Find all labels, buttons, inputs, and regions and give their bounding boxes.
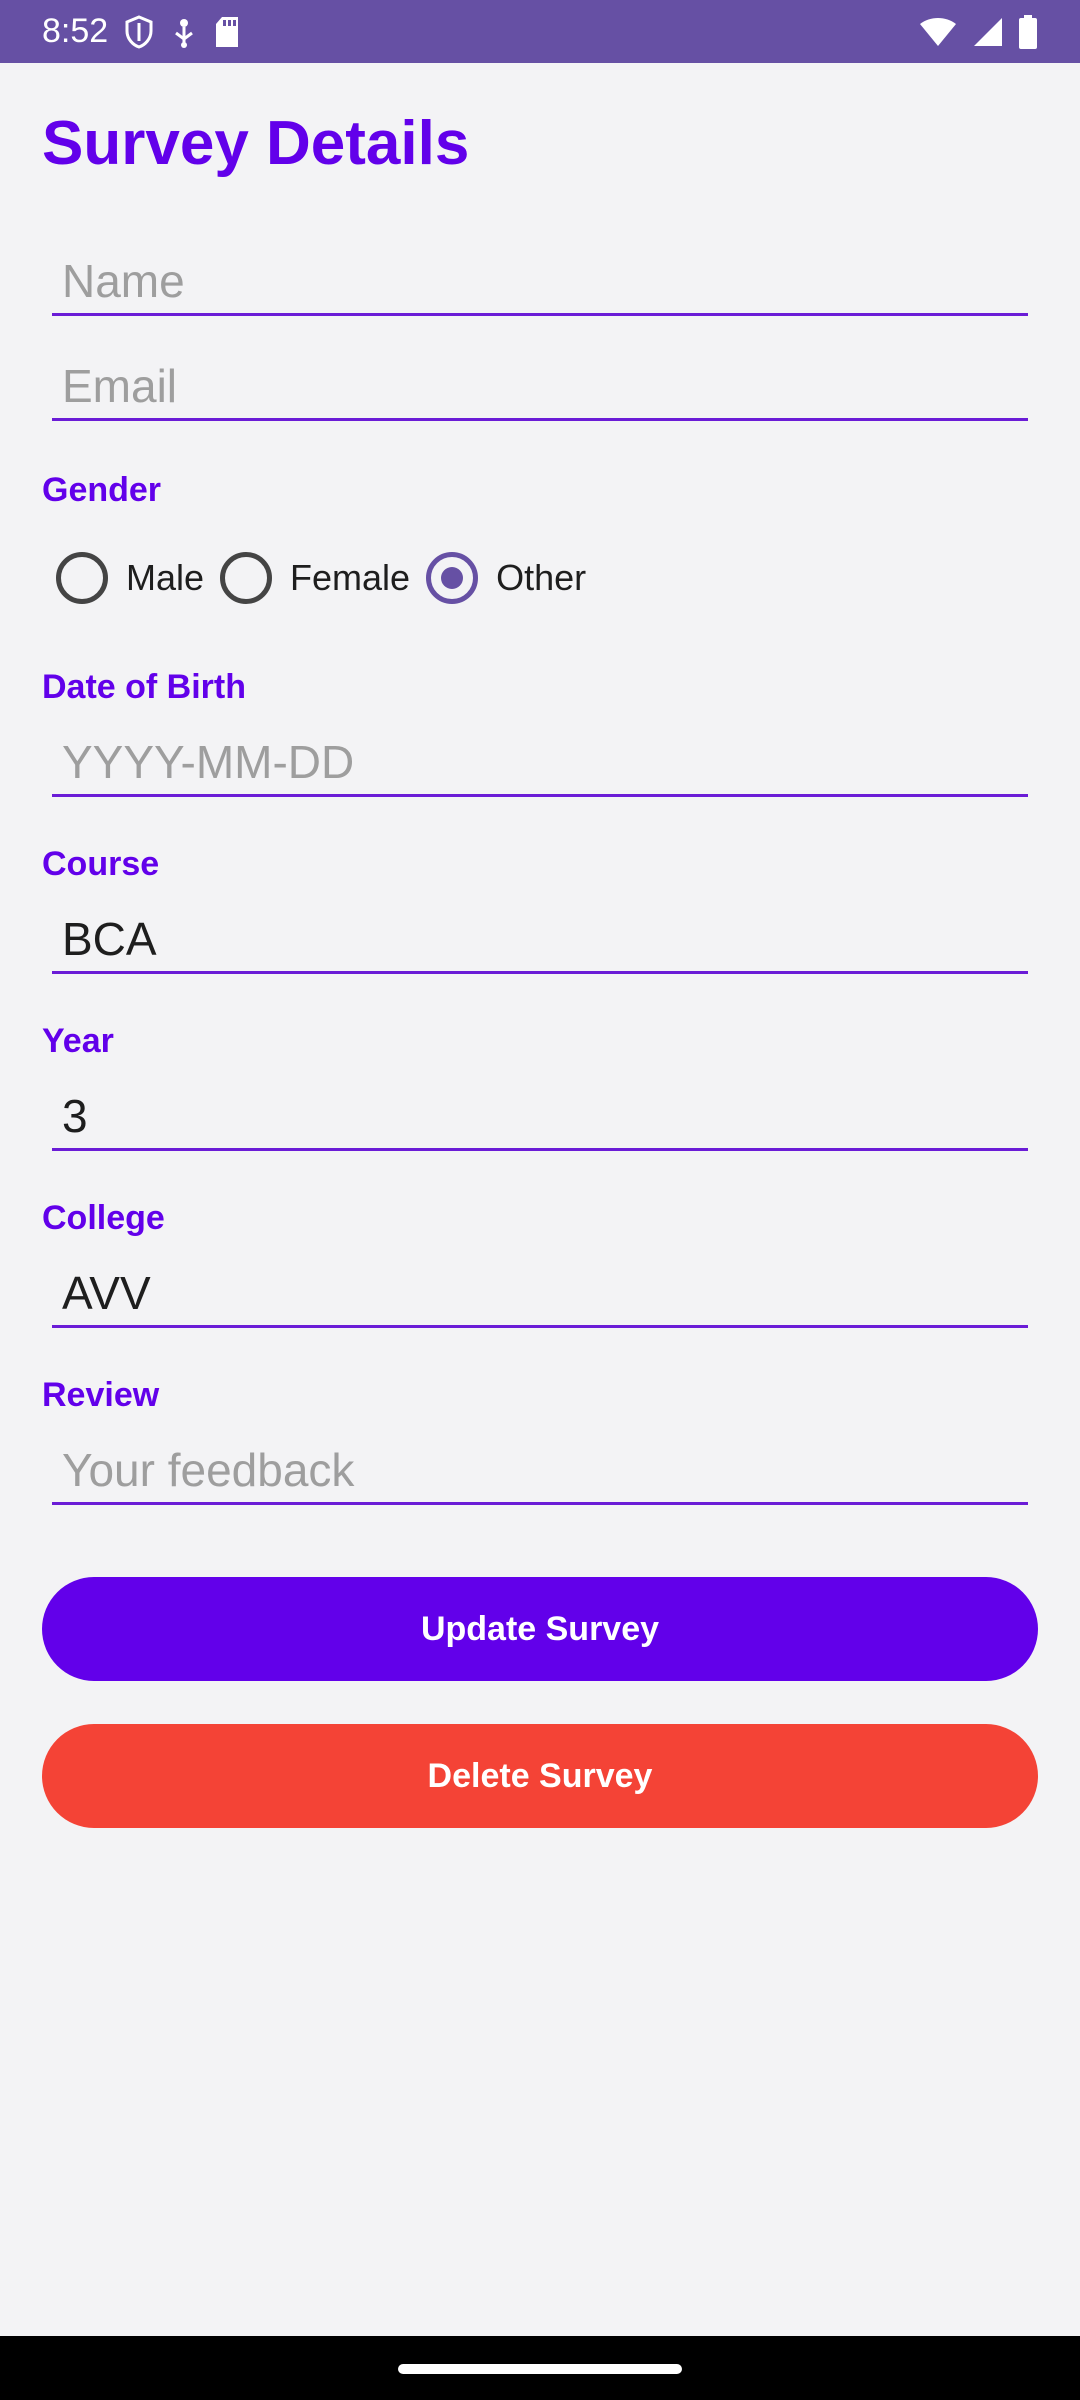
- name-field[interactable]: Name: [52, 236, 1028, 316]
- page-title: Survey Details: [42, 109, 470, 178]
- review-label: Review: [42, 1376, 160, 1414]
- radio-label-other: Other: [496, 557, 587, 598]
- gender-option-female[interactable]: Female: [220, 552, 410, 604]
- delete-survey-button[interactable]: Delete Survey: [42, 1724, 1038, 1828]
- course-field[interactable]: BCA: [52, 894, 1028, 974]
- gender-option-other[interactable]: Other: [426, 552, 586, 604]
- college-field[interactable]: AVV: [52, 1248, 1028, 1328]
- radio-button-female[interactable]: [220, 552, 273, 604]
- course-value: BCA: [62, 913, 157, 965]
- sd-card-icon: [214, 16, 240, 48]
- name-placeholder: Name: [62, 255, 185, 307]
- signal-icon: [972, 16, 1004, 48]
- status-bar: 8:52: [0, 0, 1080, 63]
- gender-radio-group: Male Female Other: [56, 548, 602, 608]
- review-placeholder: Your feedback: [62, 1444, 355, 1496]
- year-value: 3: [62, 1090, 88, 1142]
- status-time: 8:52: [42, 12, 109, 50]
- dob-label: Date of Birth: [42, 668, 246, 706]
- email-field[interactable]: Email: [52, 341, 1028, 421]
- course-label: Course: [42, 845, 160, 883]
- gender-option-male[interactable]: Male: [56, 552, 204, 604]
- usb-icon: [170, 15, 198, 49]
- shield-icon: [124, 14, 154, 49]
- year-field[interactable]: 3: [52, 1071, 1028, 1151]
- email-placeholder: Email: [62, 360, 178, 412]
- review-field[interactable]: Your feedback: [52, 1425, 1028, 1505]
- battery-icon: [1018, 14, 1038, 49]
- college-value: AVV: [62, 1267, 151, 1319]
- dob-field[interactable]: YYYY-MM-DD: [52, 717, 1028, 797]
- radio-button-other[interactable]: [426, 552, 479, 604]
- year-label: Year: [42, 1022, 114, 1060]
- wifi-icon: [918, 16, 958, 48]
- radio-label-female: Female: [290, 557, 411, 598]
- home-gesture-handle[interactable]: [398, 2364, 682, 2374]
- radio-label-male: Male: [126, 557, 205, 598]
- navigation-bar: [0, 2336, 1080, 2400]
- radio-button-male[interactable]: [56, 552, 108, 604]
- college-label: College: [42, 1199, 165, 1237]
- update-survey-button[interactable]: Update Survey: [42, 1577, 1038, 1681]
- dob-placeholder: YYYY-MM-DD: [62, 736, 355, 788]
- gender-label: Gender: [42, 471, 162, 509]
